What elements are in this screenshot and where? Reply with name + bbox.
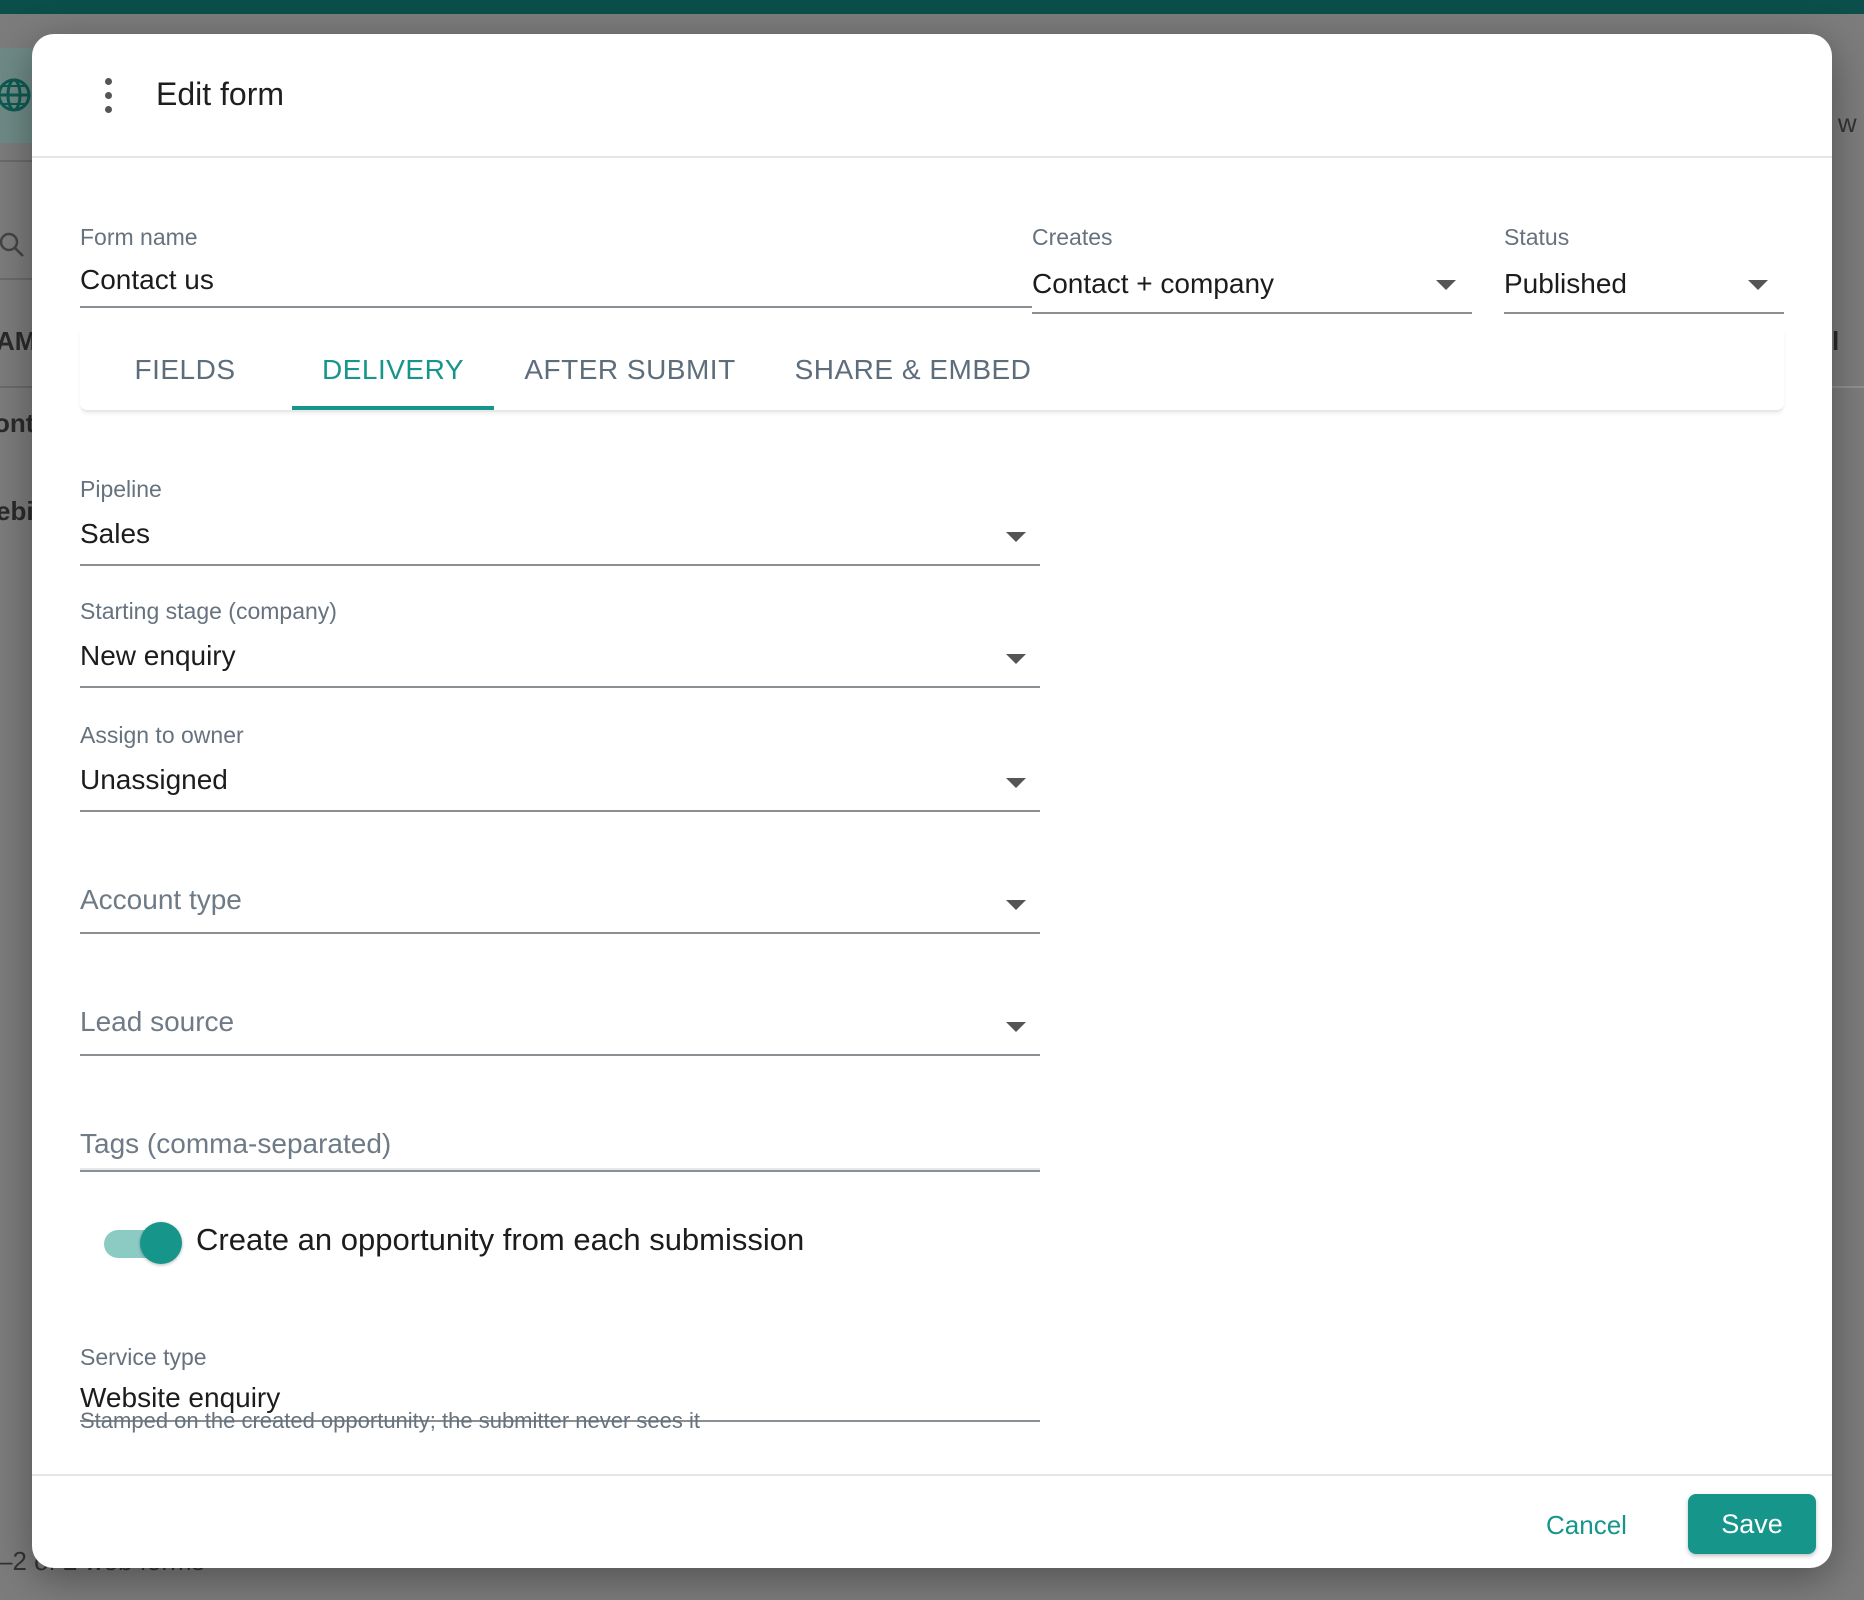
starting-stage-value: New enquiry <box>80 640 236 671</box>
app-table-header: l <box>1832 326 1840 356</box>
app-divider <box>0 160 32 162</box>
form-name-input[interactable]: Contact us <box>80 264 214 296</box>
tags-underline <box>80 1170 1040 1172</box>
tags-placeholder: Tags (comma-separated) <box>80 1128 392 1159</box>
lead-source-select[interactable]: Lead source <box>80 934 1040 1056</box>
pipeline-label: Pipeline <box>80 476 162 502</box>
lead-source-underline <box>80 1054 1040 1056</box>
globe-icon <box>0 78 31 112</box>
dialog-header: Edit form <box>32 34 1832 158</box>
app-top-bar <box>0 0 1864 14</box>
starting-stage-label: Starting stage (company) <box>80 598 337 624</box>
caret-down-icon <box>1006 532 1026 542</box>
status-underline <box>1504 312 1784 314</box>
creates-underline <box>1032 312 1472 314</box>
service-type-label: Service type <box>80 1344 207 1370</box>
account-type-placeholder: Account type <box>80 884 242 915</box>
form-name-underline <box>80 306 1032 308</box>
tab-share-embed[interactable]: SHARE & EMBED <box>786 330 1040 410</box>
status-value: Published <box>1504 268 1627 299</box>
caret-down-icon <box>1006 778 1026 788</box>
account-type-select[interactable]: Account type <box>80 812 1040 934</box>
toggle-thumb <box>140 1222 182 1264</box>
dialog-title: Edit form <box>156 76 285 112</box>
caret-down-icon <box>1006 900 1026 910</box>
owner-value: Unassigned <box>80 764 228 795</box>
form-tabs: FIELDS DELIVERY AFTER SUBMIT SHARE & EMB… <box>80 330 1784 412</box>
app-divider <box>0 386 32 388</box>
caret-down-icon <box>1748 280 1768 290</box>
create-opportunity-label[interactable]: Create an opportunity from each submissi… <box>196 1222 804 1258</box>
app-table-header: AM <box>0 326 37 356</box>
form-name-field[interactable]: Form name Contact us <box>80 188 1032 310</box>
pipeline-value: Sales <box>80 518 151 549</box>
section-divider <box>80 1168 1040 1170</box>
creates-select[interactable]: Creates Contact + company <box>1032 188 1472 316</box>
cancel-button[interactable]: Cancel <box>1546 1510 1627 1541</box>
creates-value: Contact + company <box>1032 268 1275 299</box>
tab-after-submit[interactable]: AFTER SUBMIT <box>520 330 740 410</box>
tab-delivery[interactable]: DELIVERY <box>292 330 494 410</box>
caret-down-icon <box>1006 654 1026 664</box>
service-type-helper-text: Stamped on the created opportunity; the … <box>80 1408 701 1433</box>
more-vertical-icon[interactable] <box>98 78 118 114</box>
lead-source-placeholder: Lead source <box>80 1006 235 1037</box>
starting-stage-select[interactable]: Starting stage (company) New enquiry <box>80 566 1040 690</box>
search-icon <box>0 232 24 257</box>
tab-fields[interactable]: FIELDS <box>120 330 250 410</box>
app-divider <box>0 278 32 280</box>
save-button[interactable]: Save <box>1688 1494 1816 1554</box>
create-opportunity-toggle[interactable] <box>104 1220 182 1264</box>
active-tab-indicator <box>292 406 494 410</box>
creates-label: Creates <box>1032 224 1113 250</box>
status-label: Status <box>1504 224 1570 250</box>
app-divider <box>1832 386 1864 388</box>
edit-form-dialog: Edit form Form name Contact us Creates C… <box>32 34 1832 1568</box>
owner-label: Assign to owner <box>80 722 244 748</box>
tags-input[interactable]: Tags (comma-separated) <box>80 1058 1040 1174</box>
caret-down-icon <box>1006 1022 1026 1032</box>
status-select[interactable]: Status Published <box>1504 188 1784 316</box>
owner-select[interactable]: Assign to owner Unassigned <box>80 688 1040 812</box>
form-name-label: Form name <box>80 224 198 250</box>
caret-down-icon <box>1436 280 1456 290</box>
app-table-cell: ebi <box>0 496 34 526</box>
app-table-cell: ont <box>0 408 35 438</box>
pipeline-select[interactable]: Pipeline Sales <box>80 444 1040 568</box>
